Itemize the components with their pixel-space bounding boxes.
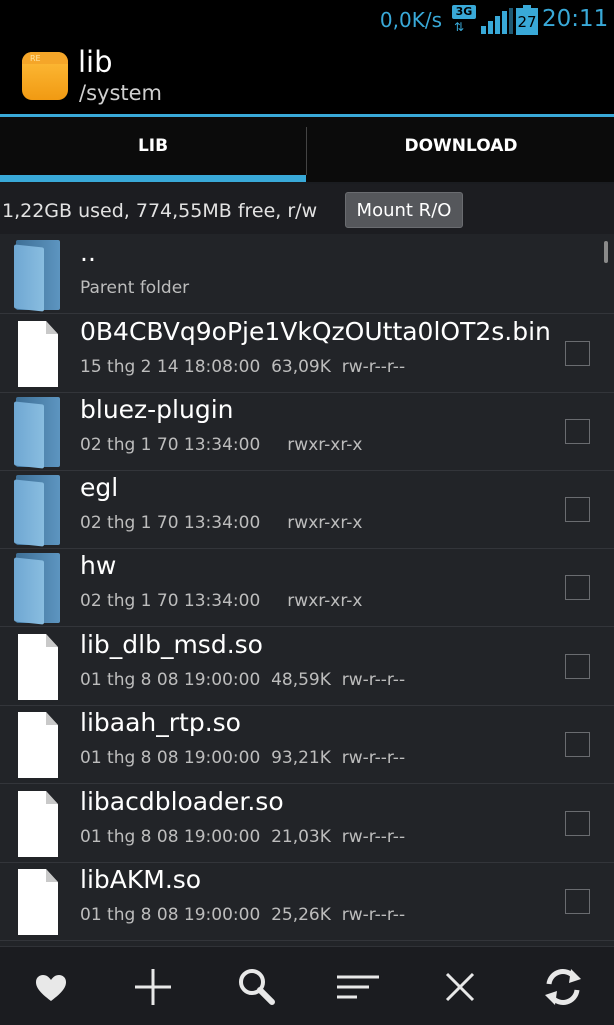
close-icon — [445, 972, 475, 1002]
list-item[interactable]: libaah_rtp.so 01 thg 8 08 19:00:00 93,21… — [0, 706, 614, 784]
add-button[interactable] — [123, 957, 183, 1017]
file-icon — [14, 632, 62, 702]
file-name: lib_dlb_msd.so — [80, 630, 263, 659]
file-meta: 15 thg 2 14 18:08:00 63,09K rw-r--r-- — [80, 357, 406, 377]
search-icon — [239, 969, 275, 1005]
file-name: hw — [80, 551, 117, 580]
mount-ro-button[interactable]: Mount R/O — [345, 192, 463, 228]
sort-button[interactable] — [327, 957, 387, 1017]
file-meta: 02 thg 1 70 13:34:00 rwxr-xr-x — [80, 513, 363, 533]
list-item[interactable]: egl 02 thg 1 70 13:34:00 rwxr-xr-x — [0, 471, 614, 549]
list-item[interactable]: libacdbloader.so 01 thg 8 08 19:00:00 21… — [0, 785, 614, 863]
current-path: /system — [79, 81, 162, 105]
select-checkbox[interactable] — [565, 889, 590, 914]
network-3g-icon: 3G ⇅ — [451, 4, 477, 36]
page-title: lib — [78, 45, 113, 79]
status-bar: 0,0K/s 3G ⇅ 27 20:11 — [0, 0, 614, 40]
file-name: egl — [80, 473, 119, 502]
heart-icon — [36, 975, 66, 1001]
storage-info-bar: 1,22GB used, 774,55MB free, r/w Mount R/… — [0, 184, 614, 234]
file-icon — [14, 789, 62, 859]
battery-icon: 27 — [516, 5, 538, 35]
list-item[interactable]: lib_dlb_msd.so 01 thg 8 08 19:00:00 48,5… — [0, 628, 614, 706]
list-item[interactable]: libAKM.so 01 thg 8 08 19:00:00 25,26K rw… — [0, 863, 614, 941]
active-tab-indicator — [0, 175, 306, 182]
file-meta: 02 thg 1 70 13:34:00 rwxr-xr-x — [80, 435, 363, 455]
signal-icon — [481, 8, 513, 34]
folder-icon — [14, 397, 62, 469]
refresh-icon — [545, 969, 581, 1005]
file-name: libaah_rtp.so — [80, 708, 241, 737]
file-icon — [14, 319, 62, 389]
list-item-parent-folder[interactable]: .. Parent folder — [0, 236, 614, 314]
folder-icon — [14, 553, 62, 625]
file-meta: Parent folder — [80, 278, 190, 298]
file-name: libacdbloader.so — [80, 787, 284, 816]
select-checkbox[interactable] — [565, 419, 590, 444]
select-checkbox[interactable] — [565, 811, 590, 836]
select-checkbox[interactable] — [565, 654, 590, 679]
file-meta: 01 thg 8 08 19:00:00 48,59K rw-r--r-- — [80, 670, 406, 690]
storage-info: 1,22GB used, 774,55MB free, r/w — [2, 200, 318, 222]
tab-download[interactable]: DOWNLOAD — [308, 117, 614, 177]
file-meta: 01 thg 8 08 19:00:00 93,21K rw-r--r-- — [80, 748, 406, 768]
file-meta: 02 thg 1 70 13:34:00 rwxr-xr-x — [80, 591, 363, 611]
folder-icon — [14, 240, 62, 312]
file-meta: 01 thg 8 08 19:00:00 21,03K rw-r--r-- — [80, 827, 406, 847]
list-item[interactable]: hw 02 thg 1 70 13:34:00 rwxr-xr-x — [0, 549, 614, 627]
app-folder-icon[interactable]: RE — [22, 52, 68, 100]
tab-lib[interactable]: LIB — [0, 117, 306, 177]
plus-icon — [135, 969, 171, 1005]
select-checkbox[interactable] — [565, 732, 590, 757]
select-checkbox[interactable] — [565, 497, 590, 522]
file-icon — [14, 867, 62, 937]
clock: 20:11 — [542, 6, 609, 32]
file-list[interactable]: .. Parent folder 0B4CBVq9oPje1VkQzOUtta0… — [0, 236, 614, 946]
select-checkbox[interactable] — [565, 341, 590, 366]
scrollbar-thumb[interactable] — [604, 241, 608, 263]
list-item[interactable]: bluez-plugin 02 thg 1 70 13:34:00 rwxr-x… — [0, 393, 614, 471]
network-speed: 0,0K/s — [379, 8, 442, 32]
folder-icon — [14, 475, 62, 547]
file-name: libAKM.so — [80, 865, 202, 894]
tab-bar: LIB DOWNLOAD — [0, 117, 614, 184]
list-item[interactable]: 0B4CBVq9oPje1VkQzOUtta0lOT2s.bin 15 thg … — [0, 315, 614, 393]
file-name: .. — [80, 238, 96, 267]
search-button[interactable] — [226, 957, 286, 1017]
sort-icon — [337, 975, 379, 999]
refresh-button[interactable] — [533, 957, 593, 1017]
tab-separator — [306, 127, 307, 175]
close-button[interactable] — [430, 957, 490, 1017]
file-name: 0B4CBVq9oPje1VkQzOUtta0lOT2s.bin — [80, 317, 551, 346]
file-name: bluez-plugin — [80, 395, 234, 424]
favorites-button[interactable] — [21, 957, 81, 1017]
bottom-toolbar — [0, 946, 614, 1025]
file-meta: 01 thg 8 08 19:00:00 25,26K rw-r--r-- — [80, 905, 406, 925]
title-bar: RE lib /system — [0, 40, 614, 114]
file-icon — [14, 710, 62, 780]
select-checkbox[interactable] — [565, 575, 590, 600]
